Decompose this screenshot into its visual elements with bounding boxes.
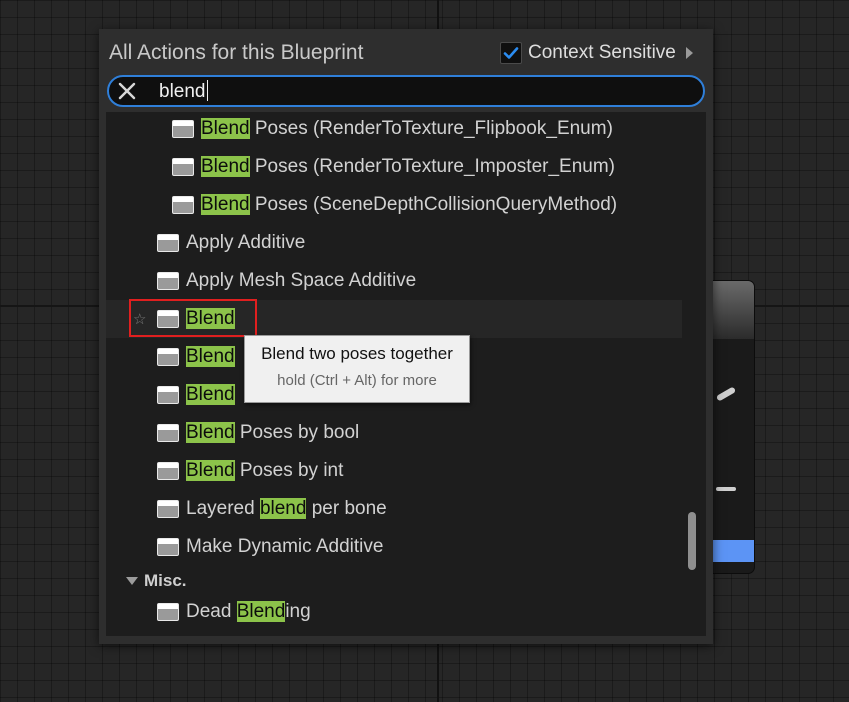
action-label-text: Poses by int	[234, 460, 344, 481]
node-icon	[157, 603, 179, 621]
checkmark-icon	[503, 47, 519, 59]
search-match-highlight: Blend	[186, 346, 235, 367]
action-label-text: Poses (RenderToTexture_Flipbook_Enum)	[249, 118, 613, 139]
scrollbar-thumb[interactable]	[688, 512, 696, 570]
graph-node-pin-icon	[715, 386, 737, 402]
action-label-text: Layered	[186, 498, 260, 519]
context-sensitive-checkbox[interactable]	[500, 42, 522, 64]
action-label: Blend	[186, 346, 235, 368]
action-label: Blend	[186, 384, 235, 406]
action-label-text: Poses (SceneDepthCollisionQueryMethod)	[249, 194, 618, 215]
search-box[interactable]: blend	[107, 75, 705, 107]
action-label: Blend Poses (RenderToTexture_Flipbook_En…	[201, 118, 613, 140]
action-label-text: Apply Additive	[186, 232, 306, 253]
collapse-arrow-icon[interactable]	[126, 577, 138, 585]
action-list-item[interactable]: Blend Poses by int	[106, 452, 682, 490]
action-label: Make Dynamic Additive	[186, 536, 383, 558]
action-label: Blend Poses (RenderToTexture_Imposter_En…	[201, 156, 615, 178]
action-label: Apply Mesh Space Additive	[186, 270, 416, 292]
action-label-text: Dead	[186, 601, 237, 622]
action-list-item[interactable]: Dead Blending	[106, 593, 682, 631]
tooltip: Blend two poses together hold (Ctrl + Al…	[244, 335, 470, 403]
action-list-item[interactable]: Apply Mesh Space Additive	[106, 262, 682, 300]
search-match-highlight: Blend	[201, 156, 250, 177]
action-label: Blend Poses by bool	[186, 422, 359, 444]
search-match-highlight: blend	[259, 498, 307, 519]
action-label: Apply Additive	[186, 232, 305, 254]
graph-node-pin-icon	[716, 487, 736, 491]
category-label: Misc.	[144, 571, 187, 590]
search-input[interactable]: blend	[159, 79, 208, 103]
action-label-text: Poses (RenderToTexture_Imposter_Enum)	[249, 156, 615, 177]
search-match-highlight: Blend	[201, 118, 250, 139]
category-misc[interactable]: Misc.	[106, 568, 682, 594]
node-icon	[157, 272, 179, 290]
close-icon	[118, 82, 136, 100]
expand-arrow-icon[interactable]	[685, 47, 693, 59]
action-list-item[interactable]: Blend Poses by bool	[106, 414, 682, 452]
search-match-highlight: Blend	[201, 194, 250, 215]
selection-highlight-box	[129, 299, 257, 337]
search-match-highlight: Blend	[186, 460, 235, 481]
node-icon	[157, 538, 179, 556]
action-list-item[interactable]: Blend Poses (SceneDepthCollisionQueryMet…	[106, 186, 682, 224]
search-match-highlight: Blend	[186, 384, 235, 405]
search-match-highlight: Blend	[186, 422, 235, 443]
action-label: Layered blend per bone	[186, 498, 387, 520]
action-list-item[interactable]: Layered blend per bone	[106, 490, 682, 528]
action-label: Dead Blending	[186, 601, 311, 623]
menu-title: All Actions for this Blueprint	[109, 41, 364, 64]
clear-search-button[interactable]	[113, 77, 141, 105]
action-list-item[interactable]: Blend Poses (RenderToTexture_Flipbook_En…	[106, 112, 682, 148]
tooltip-title: Blend two poses together	[261, 344, 453, 363]
action-label-text: Poses by bool	[234, 422, 360, 443]
node-icon	[172, 196, 194, 214]
action-list-item[interactable]: Apply Additive	[106, 224, 682, 262]
context-sensitive-toggle[interactable]: Context Sensitive	[500, 39, 693, 67]
node-icon	[157, 462, 179, 480]
action-label-text: Apply Mesh Space Additive	[186, 270, 417, 291]
context-sensitive-label: Context Sensitive	[528, 42, 676, 63]
node-icon	[157, 386, 179, 404]
action-list-item[interactable]: Blend Poses (RenderToTexture_Imposter_En…	[106, 148, 682, 186]
tooltip-hint: hold (Ctrl + Alt) for more	[277, 372, 437, 389]
node-icon	[157, 424, 179, 442]
action-list-item[interactable]: Make Dynamic Additive	[106, 528, 682, 566]
action-label-text: Make Dynamic Additive	[186, 536, 384, 557]
action-label: Blend Poses by int	[186, 460, 343, 482]
node-icon	[157, 500, 179, 518]
node-icon	[172, 158, 194, 176]
action-label: Blend Poses (SceneDepthCollisionQueryMet…	[201, 194, 617, 216]
node-icon	[157, 348, 179, 366]
node-icon	[157, 234, 179, 252]
node-icon	[172, 120, 194, 138]
action-label-text: ing	[285, 601, 311, 622]
search-match-highlight: Blend	[236, 601, 286, 622]
action-label-text: per bone	[306, 498, 387, 519]
